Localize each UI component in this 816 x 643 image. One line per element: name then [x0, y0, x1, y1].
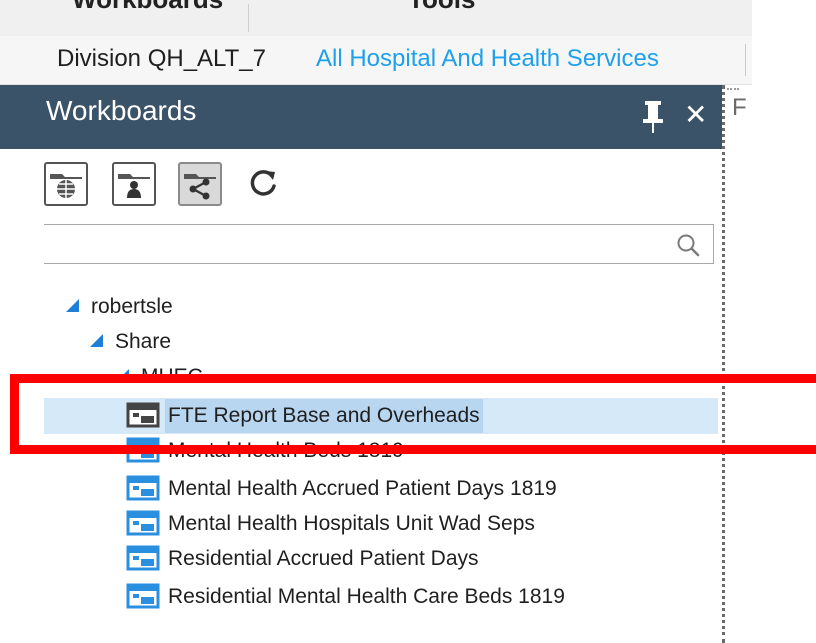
workboards-panel-header: Workboards ✕ — [0, 85, 722, 149]
right-pane-dots — [727, 88, 739, 92]
close-icon[interactable]: ✕ — [684, 95, 707, 135]
refresh-icon[interactable] — [246, 166, 280, 200]
tree-item-report[interactable]: Residential Accrued Patient Days — [126, 542, 482, 576]
personal-workboards-button[interactable] — [112, 162, 156, 206]
menu-workboards[interactable]: Workboards — [72, 0, 223, 15]
shared-workboards-button[interactable] — [178, 162, 222, 206]
share-folder-icon — [184, 174, 216, 200]
tree-item-report[interactable]: Residential Mental Health Care Beds 1819 — [126, 580, 568, 614]
division-label: Division QH_ALT_7 — [57, 45, 266, 72]
expanded-arrow-icon[interactable] — [66, 299, 79, 312]
global-workboards-button[interactable] — [44, 162, 88, 206]
search-icon[interactable] — [675, 232, 701, 258]
red-highlight-annotation — [10, 374, 816, 454]
panel-splitter[interactable] — [722, 85, 725, 643]
menu-separator — [248, 4, 249, 32]
globe-folder-icon — [50, 174, 82, 198]
panel-title: Workboards — [46, 95, 197, 126]
workboard-icon — [126, 545, 160, 571]
search-box — [44, 224, 714, 265]
workboard-icon — [126, 510, 160, 536]
menu-tools[interactable]: Tools — [408, 0, 475, 15]
division-bar: Division QH_ALT_7 All Hospital And Healt… — [0, 36, 752, 85]
pin-icon[interactable] — [640, 99, 666, 135]
tree-item-report[interactable]: Mental Health Hospitals Unit Wad Seps — [126, 507, 538, 541]
top-menu-bar: Workboards Tools — [0, 0, 752, 36]
tree-item-report[interactable]: Mental Health Accrued Patient Days 1819 — [126, 472, 560, 506]
expanded-arrow-icon[interactable] — [90, 334, 103, 347]
division-link[interactable]: All Hospital And Health Services — [316, 45, 659, 73]
right-pane-fragment: F — [732, 94, 747, 121]
workboard-icon — [126, 583, 160, 609]
workboard-icon — [126, 475, 160, 501]
tree-node-share[interactable]: Share — [90, 325, 171, 359]
search-input[interactable] — [44, 225, 672, 265]
tree-node-user[interactable]: robertsle — [66, 290, 173, 324]
person-folder-icon — [118, 174, 150, 198]
division-next-tab-edge — [745, 44, 753, 76]
